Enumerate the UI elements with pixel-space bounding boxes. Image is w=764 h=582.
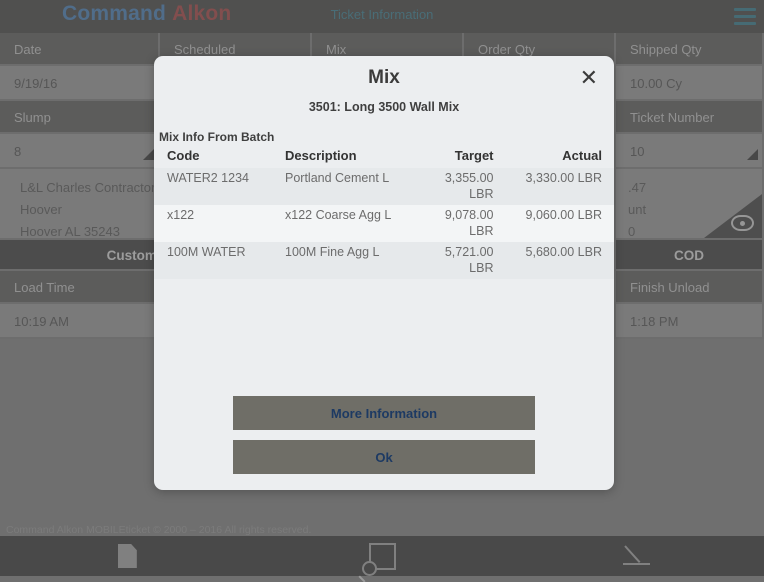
mix-dialog-actions: More Information Ok [154,396,614,474]
table-row: x122 x122 Coarse Agg L 9,078.00 LBR 9,06… [154,205,614,242]
cell-actual: 5,680.00 LBR [519,242,614,279]
ok-button[interactable]: Ok [233,440,535,474]
cell-description: 100M Fine Agg L [285,242,425,279]
mix-dialog-subtitle: 3501: Long 3500 Wall Mix [308,100,460,114]
mix-dialog-title: Mix [368,67,400,88]
table-header-row: Code Description Target Actual [154,146,614,168]
cell-target: 3,355.00 LBR [425,168,520,205]
cell-description: Portland Cement L [285,168,425,205]
th-code: Code [167,148,200,163]
cell-description: x122 Coarse Agg L [285,205,425,242]
mix-dialog: Mix ✕ 3501: Long 3500 Wall Mix Mix Info … [154,56,614,490]
th-target: Target [454,148,494,163]
cell-code: WATER2 1234 [154,168,285,205]
cell-code: 100M WATER [154,242,285,279]
cell-actual: 3,330.00 LBR [519,168,614,205]
cell-target: 9,078.00 LBR [425,205,520,242]
mix-components-table: Code Description Target Actual WATER2 12… [154,146,614,279]
th-actual: Actual [562,148,602,163]
th-description: Description [285,148,357,163]
table-row: WATER2 1234 Portland Cement L 3,355.00 L… [154,168,614,205]
more-information-button[interactable]: More Information [233,396,535,430]
cell-target: 5,721.00 LBR [425,242,520,279]
cell-code: x122 [154,205,285,242]
close-icon[interactable]: ✕ [580,67,598,89]
cell-actual: 9,060.00 LBR [519,205,614,242]
mix-info-section-label: Mix Info From Batch [159,130,275,144]
table-row: 100M WATER 100M Fine Agg L 5,721.00 LBR … [154,242,614,279]
